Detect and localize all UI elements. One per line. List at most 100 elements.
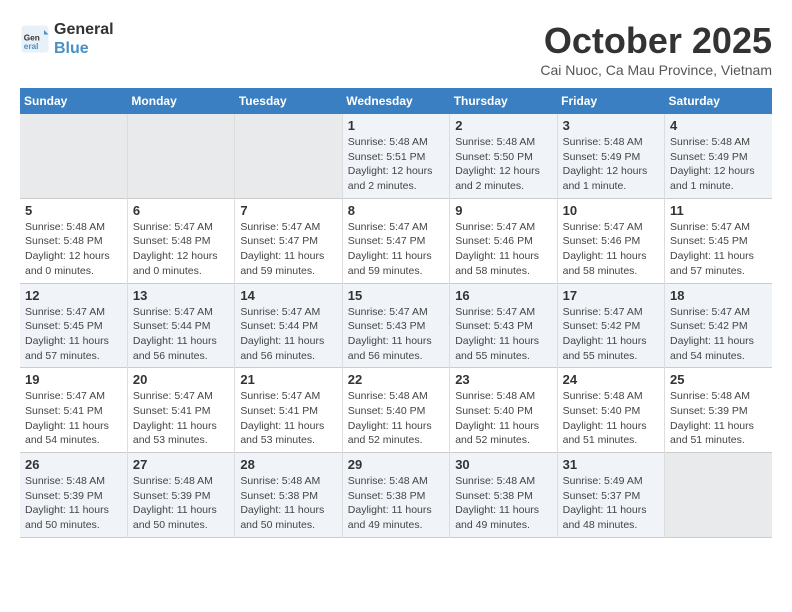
day-number: 5 [25, 203, 122, 218]
page-header: Gen eral General Blue October 2025 Cai N… [20, 20, 772, 78]
day-number: 20 [133, 372, 229, 387]
day-number: 9 [455, 203, 551, 218]
day-info: Sunrise: 5:48 AMSunset: 5:51 PMDaylight:… [348, 135, 444, 194]
calendar-cell [665, 453, 772, 538]
svg-text:eral: eral [24, 42, 39, 51]
day-info: Sunrise: 5:48 AMSunset: 5:38 PMDaylight:… [240, 474, 336, 533]
day-info: Sunrise: 5:48 AMSunset: 5:38 PMDaylight:… [455, 474, 551, 533]
week-row-1: 1 Sunrise: 5:48 AMSunset: 5:51 PMDaylight… [20, 114, 772, 198]
day-info: Sunrise: 5:47 AMSunset: 5:46 PMDaylight:… [563, 220, 659, 279]
calendar-cell [20, 114, 127, 198]
day-number: 23 [455, 372, 551, 387]
day-info: Sunrise: 5:47 AMSunset: 5:44 PMDaylight:… [240, 305, 336, 364]
calendar-cell: 30 Sunrise: 5:48 AMSunset: 5:38 PMDayligh… [450, 453, 557, 538]
day-info: Sunrise: 5:47 AMSunset: 5:41 PMDaylight:… [240, 389, 336, 448]
day-info: Sunrise: 5:48 AMSunset: 5:50 PMDaylight:… [455, 135, 551, 194]
calendar-cell: 26 Sunrise: 5:48 AMSunset: 5:39 PMDayligh… [20, 453, 127, 538]
month-title: October 2025 [540, 20, 772, 62]
day-info: Sunrise: 5:47 AMSunset: 5:47 PMDaylight:… [240, 220, 336, 279]
calendar-cell: 23 Sunrise: 5:48 AMSunset: 5:40 PMDayligh… [450, 368, 557, 453]
day-number: 14 [240, 288, 336, 303]
day-info: Sunrise: 5:48 AMSunset: 5:40 PMDaylight:… [563, 389, 659, 448]
day-info: Sunrise: 5:48 AMSunset: 5:39 PMDaylight:… [133, 474, 229, 533]
header-friday: Friday [557, 88, 664, 114]
week-row-4: 19 Sunrise: 5:47 AMSunset: 5:41 PMDayligh… [20, 368, 772, 453]
calendar-cell: 20 Sunrise: 5:47 AMSunset: 5:41 PMDayligh… [127, 368, 234, 453]
header-tuesday: Tuesday [235, 88, 342, 114]
day-info: Sunrise: 5:47 AMSunset: 5:41 PMDaylight:… [133, 389, 229, 448]
day-info: Sunrise: 5:47 AMSunset: 5:43 PMDaylight:… [348, 305, 444, 364]
calendar-cell [235, 114, 342, 198]
day-number: 3 [563, 118, 659, 133]
day-number: 29 [348, 457, 444, 472]
logo: Gen eral General Blue [20, 20, 114, 58]
day-number: 26 [25, 457, 122, 472]
calendar-cell: 12Sunrise: 5:47 AMSunset: 5:45 PMDayligh… [20, 283, 127, 368]
calendar-cell: 6 Sunrise: 5:47 AMSunset: 5:48 PMDaylight… [127, 198, 234, 283]
header-thursday: Thursday [450, 88, 557, 114]
header-sunday: Sunday [20, 88, 127, 114]
day-number: 30 [455, 457, 551, 472]
day-number: 7 [240, 203, 336, 218]
calendar-cell: 15Sunrise: 5:47 AMSunset: 5:43 PMDayligh… [342, 283, 449, 368]
calendar-cell: 29 Sunrise: 5:48 AMSunset: 5:38 PMDayligh… [342, 453, 449, 538]
day-number: 4 [670, 118, 767, 133]
calendar-cell: 3 Sunrise: 5:48 AMSunset: 5:49 PMDaylight… [557, 114, 664, 198]
calendar-cell: 2 Sunrise: 5:48 AMSunset: 5:50 PMDaylight… [450, 114, 557, 198]
day-info: Sunrise: 5:47 AMSunset: 5:42 PMDaylight:… [670, 305, 767, 364]
day-info: Sunrise: 5:48 AMSunset: 5:38 PMDaylight:… [348, 474, 444, 533]
day-info: Sunrise: 5:47 AMSunset: 5:45 PMDaylight:… [25, 305, 122, 364]
title-section: October 2025 Cai Nuoc, Ca Mau Province, … [540, 20, 772, 78]
day-number: 31 [563, 457, 659, 472]
location: Cai Nuoc, Ca Mau Province, Vietnam [540, 62, 772, 78]
logo-line1: General [54, 20, 114, 39]
day-number: 22 [348, 372, 444, 387]
calendar-cell: 25 Sunrise: 5:48 AMSunset: 5:39 PMDayligh… [665, 368, 772, 453]
calendar-cell: 28Sunrise: 5:48 AMSunset: 5:38 PMDayligh… [235, 453, 342, 538]
day-number: 2 [455, 118, 551, 133]
calendar-cell: 7 Sunrise: 5:47 AMSunset: 5:47 PMDaylight… [235, 198, 342, 283]
day-number: 11 [670, 203, 767, 218]
day-number: 16 [455, 288, 551, 303]
calendar-cell: 4Sunrise: 5:48 AMSunset: 5:49 PMDaylight… [665, 114, 772, 198]
calendar-cell: 11Sunrise: 5:47 AMSunset: 5:45 PMDayligh… [665, 198, 772, 283]
calendar-cell: 19 Sunrise: 5:47 AMSunset: 5:41 PMDayligh… [20, 368, 127, 453]
day-info: Sunrise: 5:47 AMSunset: 5:44 PMDaylight:… [133, 305, 229, 364]
day-number: 21 [240, 372, 336, 387]
calendar-cell: 5Sunrise: 5:48 AMSunset: 5:48 PMDaylight… [20, 198, 127, 283]
calendar-cell: 27Sunrise: 5:48 AMSunset: 5:39 PMDayligh… [127, 453, 234, 538]
logo-icon: Gen eral [20, 24, 50, 54]
day-info: Sunrise: 5:47 AMSunset: 5:48 PMDaylight:… [133, 220, 229, 279]
calendar-cell: 17Sunrise: 5:47 AMSunset: 5:42 PMDayligh… [557, 283, 664, 368]
calendar-cell: 24 Sunrise: 5:48 AMSunset: 5:40 PMDayligh… [557, 368, 664, 453]
day-info: Sunrise: 5:47 AMSunset: 5:46 PMDaylight:… [455, 220, 551, 279]
day-number: 13 [133, 288, 229, 303]
header-saturday: Saturday [665, 88, 772, 114]
day-number: 6 [133, 203, 229, 218]
calendar-cell: 8Sunrise: 5:47 AMSunset: 5:47 PMDaylight… [342, 198, 449, 283]
day-info: Sunrise: 5:48 AMSunset: 5:40 PMDaylight:… [455, 389, 551, 448]
day-info: Sunrise: 5:48 AMSunset: 5:39 PMDaylight:… [25, 474, 122, 533]
day-number: 25 [670, 372, 767, 387]
day-info: Sunrise: 5:48 AMSunset: 5:49 PMDaylight:… [563, 135, 659, 194]
day-info: Sunrise: 5:49 AMSunset: 5:37 PMDaylight:… [563, 474, 659, 533]
header-row: Sunday Monday Tuesday Wednesday Thursday… [20, 88, 772, 114]
logo-line2: Blue [54, 39, 114, 58]
header-monday: Monday [127, 88, 234, 114]
day-info: Sunrise: 5:48 AMSunset: 5:39 PMDaylight:… [670, 389, 767, 448]
day-number: 1 [348, 118, 444, 133]
day-info: Sunrise: 5:47 AMSunset: 5:41 PMDaylight:… [25, 389, 122, 448]
calendar-cell: 16 Sunrise: 5:47 AMSunset: 5:43 PMDayligh… [450, 283, 557, 368]
calendar-cell: 31 Sunrise: 5:49 AMSunset: 5:37 PMDayligh… [557, 453, 664, 538]
calendar-cell: 22 Sunrise: 5:48 AMSunset: 5:40 PMDayligh… [342, 368, 449, 453]
day-info: Sunrise: 5:48 AMSunset: 5:40 PMDaylight:… [348, 389, 444, 448]
day-number: 24 [563, 372, 659, 387]
day-info: Sunrise: 5:47 AMSunset: 5:43 PMDaylight:… [455, 305, 551, 364]
day-info: Sunrise: 5:47 AMSunset: 5:42 PMDaylight:… [563, 305, 659, 364]
day-info: Sunrise: 5:47 AMSunset: 5:47 PMDaylight:… [348, 220, 444, 279]
week-row-5: 26 Sunrise: 5:48 AMSunset: 5:39 PMDayligh… [20, 453, 772, 538]
calendar-cell: 18Sunrise: 5:47 AMSunset: 5:42 PMDayligh… [665, 283, 772, 368]
day-number: 19 [25, 372, 122, 387]
calendar-cell: 10Sunrise: 5:47 AMSunset: 5:46 PMDayligh… [557, 198, 664, 283]
week-row-2: 5Sunrise: 5:48 AMSunset: 5:48 PMDaylight… [20, 198, 772, 283]
